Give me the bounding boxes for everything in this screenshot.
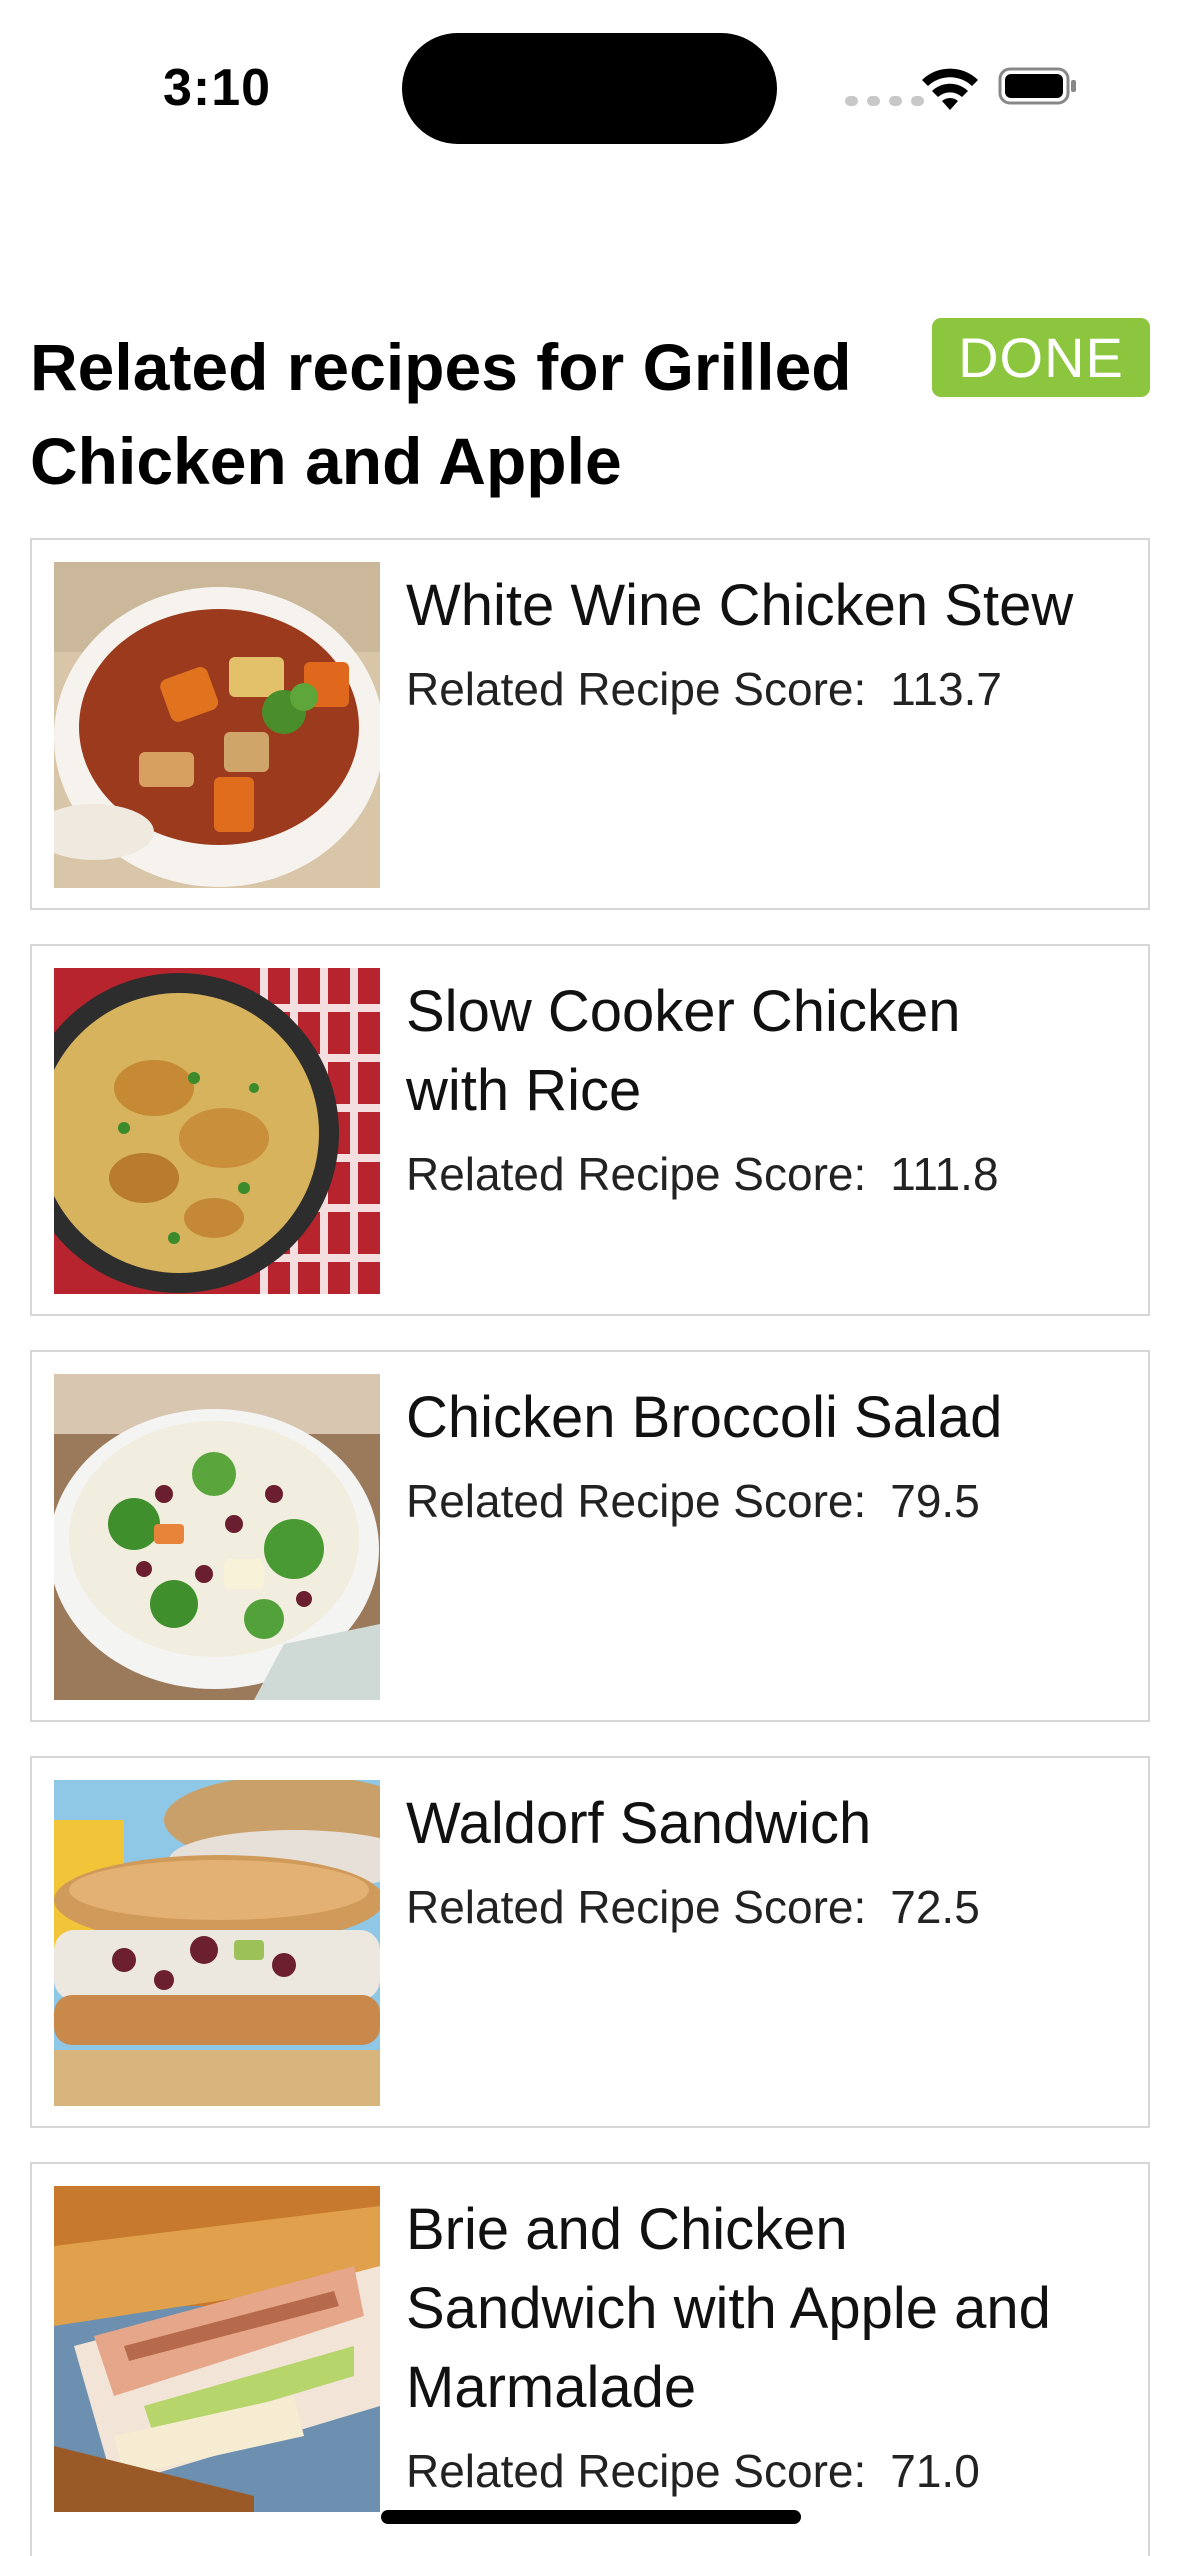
score-label: Related Recipe Score:	[406, 1148, 867, 1200]
recipe-title: Brie and Chicken Sandwich with Apple and…	[406, 2190, 1126, 2501]
score-value: 72.5	[890, 1881, 980, 1933]
recipe-card[interactable]: Slow Cooker Chicken with Rice Related Re…	[30, 944, 1150, 1316]
battery-icon	[998, 67, 1076, 105]
recipe-card[interactable]: White Wine Chicken Stew Related Recipe S…	[30, 538, 1150, 910]
status-time: 3:10	[163, 59, 272, 117]
page-title: Related recipes for Grilled Chicken and …	[30, 330, 852, 498]
dynamic-island	[402, 33, 777, 144]
score-value: 71.0	[890, 2445, 980, 2497]
recipe-score: Related Recipe Score: 72.5	[406, 1877, 1126, 1937]
score-label: Related Recipe Score:	[406, 663, 867, 715]
waldorf-sandwich-image	[54, 1780, 380, 2106]
score-value: 79.5	[890, 1475, 980, 1527]
recipe-score: Related Recipe Score: 111.8	[406, 1144, 1126, 1204]
chicken-stew-image	[54, 562, 380, 888]
recipe-card[interactable]: Chicken Broccoli Salad Related Recipe Sc…	[30, 1350, 1150, 1722]
recipe-card[interactable]: Brie and Chicken Sandwich with Apple and…	[30, 2162, 1150, 2556]
screen: 3:10 Related recipes for Grilled Chicken…	[0, 0, 1179, 2556]
score-value: 113.7	[890, 663, 1002, 715]
score-label: Related Recipe Score:	[406, 2445, 867, 2497]
brie-sandwich-image	[54, 2186, 380, 2512]
recipe-title: Waldorf Sandwich Related Recipe Score: 72…	[406, 1784, 1126, 1937]
broccoli-salad-image	[54, 1374, 380, 1700]
score-label: Related Recipe Score:	[406, 1475, 867, 1527]
status-bar: 3:10	[0, 0, 1179, 160]
recipe-name: White Wine Chicken Stew	[406, 573, 1074, 638]
chicken-rice-image	[54, 968, 380, 1294]
recipe-score: Related Recipe Score: 79.5	[406, 1471, 1126, 1531]
wifi-icon	[922, 68, 978, 110]
score-label: Related Recipe Score:	[406, 1881, 867, 1933]
recipe-title: Slow Cooker Chicken with Rice Related Re…	[406, 972, 1126, 1204]
score-value: 111.8	[890, 1148, 999, 1200]
recipe-name: Brie and Chicken Sandwich with Apple and…	[406, 2197, 1051, 2420]
recipe-card[interactable]: Waldorf Sandwich Related Recipe Score: 72…	[30, 1756, 1150, 2128]
recipe-title: Chicken Broccoli Salad Related Recipe Sc…	[406, 1378, 1126, 1531]
home-indicator[interactable]	[381, 2510, 801, 2524]
recipe-name: Chicken Broccoli Salad	[406, 1385, 1003, 1450]
recipe-title: White Wine Chicken Stew Related Recipe S…	[406, 566, 1126, 719]
done-button[interactable]: DONE	[932, 318, 1150, 397]
recipe-name: Slow Cooker Chicken with Rice	[406, 979, 961, 1123]
recipe-score: Related Recipe Score: 113.7	[406, 659, 1126, 719]
recipe-score: Related Recipe Score: 71.0	[406, 2441, 1126, 2501]
cellular-signal-icon	[845, 96, 924, 106]
recipe-name: Waldorf Sandwich	[406, 1791, 872, 1856]
